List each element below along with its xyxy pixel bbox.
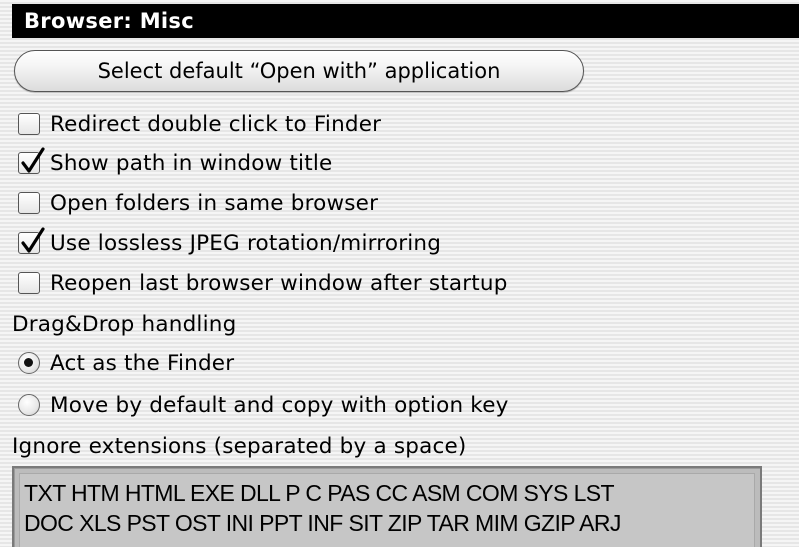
extensions-line-1: TXT HTM HTML EXE DLL P C PAS CC ASM COM … — [24, 480, 615, 506]
option-open-folders-same-browser[interactable]: Open folders in same browser — [18, 187, 378, 219]
drag-drop-heading: Drag&Drop handling — [12, 312, 237, 337]
lossless-jpeg-checkbox[interactable] — [18, 227, 45, 254]
ignore-extensions-heading: Ignore extensions (separated by a space) — [12, 434, 467, 459]
show-path-checkbox[interactable] — [18, 147, 45, 174]
panel-title: Browser: Misc — [12, 4, 799, 38]
option-show-path[interactable]: Show path in window title — [18, 147, 332, 179]
option-label: Show path in window title — [50, 150, 333, 176]
option-label: Reopen last browser window after startup — [50, 270, 508, 296]
move-by-default-radio[interactable] — [18, 394, 40, 416]
checkmark-icon — [21, 227, 45, 253]
reopen-last-window-checkbox[interactable] — [18, 272, 40, 294]
radio-label: Act as the Finder — [50, 350, 235, 376]
option-reopen-last-window[interactable]: Reopen last browser window after startup — [18, 267, 508, 299]
option-label: Redirect double click to Finder — [50, 111, 382, 137]
radio-act-as-finder[interactable]: Act as the Finder — [18, 347, 234, 379]
extensions-line-2: DOC XLS PST OST INI PPT INF SIT ZIP TAR … — [24, 510, 621, 536]
radio-label: Move by default and copy with option key — [50, 392, 509, 418]
option-lossless-jpeg[interactable]: Use lossless JPEG rotation/mirroring — [18, 227, 441, 259]
radio-dot — [24, 358, 33, 367]
ignore-extensions-field[interactable]: TXT HTM HTML EXE DLL P C PAS CC ASM COM … — [12, 466, 762, 547]
option-redirect-double-click[interactable]: Redirect double click to Finder — [18, 108, 381, 140]
radio-move-by-default[interactable]: Move by default and copy with option key — [18, 389, 509, 421]
option-label: Open folders in same browser — [50, 190, 379, 216]
option-label: Use lossless JPEG rotation/mirroring — [50, 230, 442, 256]
redirect-double-click-checkbox[interactable] — [18, 113, 40, 135]
checkmark-icon — [21, 147, 45, 173]
ignore-extensions-value[interactable]: TXT HTM HTML EXE DLL P C PAS CC ASM COM … — [24, 478, 621, 538]
open-folders-checkbox[interactable] — [18, 192, 40, 214]
act-as-finder-radio[interactable] — [18, 352, 40, 374]
select-open-with-button[interactable]: Select default “Open with” application — [14, 50, 584, 92]
